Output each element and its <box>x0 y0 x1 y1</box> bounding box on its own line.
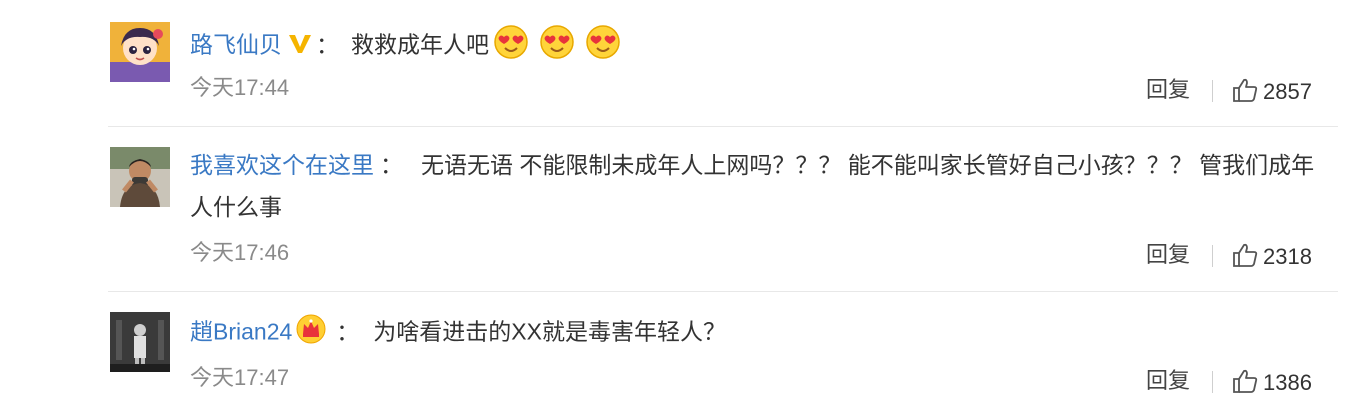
like-button[interactable]: 2318 <box>1231 242 1312 272</box>
heart-eyes-emoji-icon <box>493 24 529 69</box>
comment-text-continued: 人什么事 <box>190 194 282 220</box>
reply-button[interactable]: 回复 <box>1146 366 1190 396</box>
comment-text-line: 趙Brian24 ： 为啥看进击的XX就是毒害年轻人？ <box>190 314 726 353</box>
action-divider <box>1212 371 1213 393</box>
reply-button[interactable]: 回复 <box>1146 240 1190 270</box>
avatar-dark-photo-icon <box>110 312 170 372</box>
comment-text: 为啥看进击的XX就是毒害年轻人？ <box>373 318 726 345</box>
thumbs-up-icon <box>1231 367 1259 400</box>
avatar-cartoon-girl-icon <box>110 22 170 82</box>
avatar-photo-person-icon <box>110 147 170 207</box>
avatar[interactable] <box>110 312 170 372</box>
comment-timestamp: 今天17:44 <box>190 75 290 100</box>
action-divider <box>1212 245 1213 267</box>
heart-eyes-emoji-icon <box>585 24 621 69</box>
colon: ： <box>336 318 360 345</box>
thumbs-up-icon <box>1231 76 1259 109</box>
gold-v-badge-icon <box>288 30 312 64</box>
comment-text: 救救成年人吧 <box>351 31 489 58</box>
comment-timestamp: 今天17:46 <box>190 240 290 265</box>
crown-badge-icon <box>296 314 326 353</box>
like-count: 2857 <box>1263 79 1312 104</box>
comment-item: 路飞仙贝 ： 救救成年人吧 今天17:44 回复 2857 <box>0 0 1362 126</box>
heart-eyes-emoji-icon <box>539 24 575 69</box>
username-link[interactable]: 路飞仙贝 <box>190 32 282 58</box>
comment-item: 趙Brian24 ： 为啥看进击的XX就是毒害年轻人？ 今天17:47 回复 138… <box>0 292 1362 412</box>
username-link[interactable]: 趙Brian24 <box>190 319 292 345</box>
comment-text-line: 我喜欢这个在这里： 无语无语 不能限制未成年人上网吗？？？ 能不能叫家长管好自己小… <box>190 148 1314 182</box>
colon: ： <box>380 152 403 178</box>
colon: ： <box>316 31 339 58</box>
reply-button[interactable]: 回复 <box>1146 75 1190 105</box>
like-button[interactable]: 2857 <box>1231 77 1312 107</box>
avatar[interactable] <box>110 22 170 82</box>
username-link[interactable]: 我喜欢这个在这里 <box>190 152 374 178</box>
like-button[interactable]: 1386 <box>1231 368 1312 398</box>
thumbs-up-icon <box>1231 241 1259 274</box>
comment-item: 我喜欢这个在这里： 无语无语 不能限制未成年人上网吗？？？ 能不能叫家长管好自己小… <box>0 127 1362 291</box>
comment-text: 无语无语 不能限制未成年人上网吗？？？ 能不能叫家长管好自己小孩？？？ 管我们成… <box>421 152 1315 178</box>
avatar[interactable] <box>110 147 170 207</box>
comment-text-line: 路飞仙贝 ： 救救成年人吧 <box>190 24 621 69</box>
comment-timestamp: 今天17:47 <box>190 365 290 390</box>
action-divider <box>1212 80 1213 102</box>
like-count: 2318 <box>1263 244 1312 269</box>
like-count: 1386 <box>1263 370 1312 395</box>
